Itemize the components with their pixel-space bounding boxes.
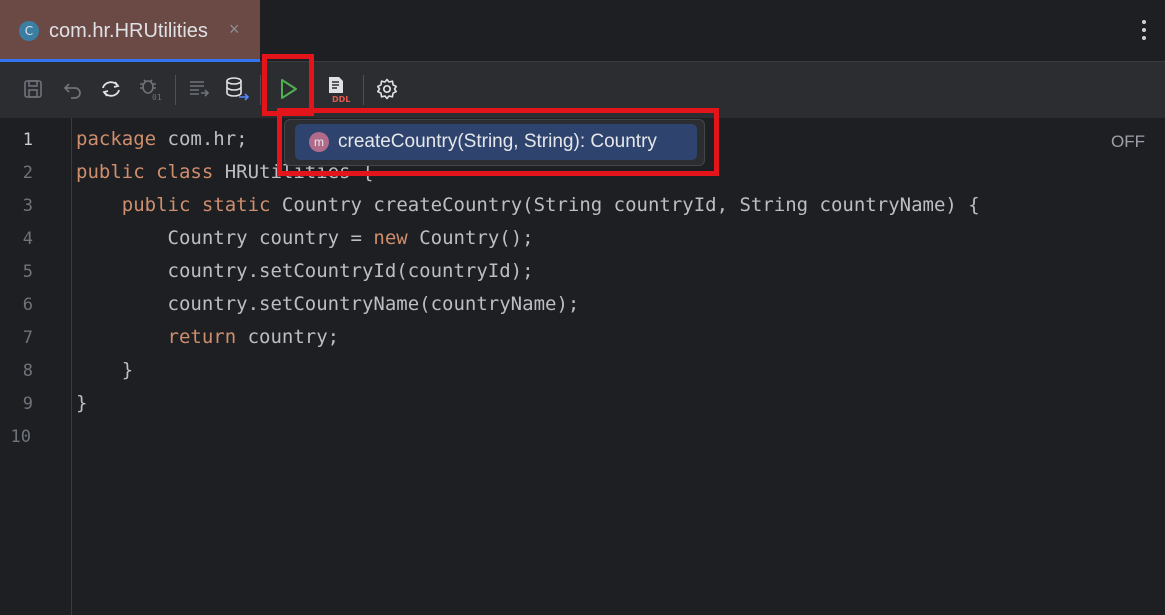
code-line: } bbox=[121, 359, 134, 381]
svg-text:01: 01 bbox=[152, 93, 162, 102]
line-number: 6 bbox=[22, 295, 33, 315]
popup-item-create-country[interactable]: m createCountry(String, String): Country bbox=[295, 124, 697, 160]
run-method-popup: m createCountry(String, String): Country bbox=[284, 119, 705, 166]
popup-item-label: createCountry(String, String): Country bbox=[338, 131, 657, 152]
code-line: country.setCountryId(countryId); bbox=[167, 260, 534, 282]
debug-bug-icon[interactable]: 01 bbox=[135, 74, 165, 104]
line-number-gutter: 1 2 3 4 5 6 7 8 9 10 bbox=[0, 118, 72, 615]
line-number: 1 bbox=[22, 130, 33, 150]
tab-label: com.hr.HRUtilities bbox=[49, 20, 208, 42]
line-number: 3 bbox=[22, 196, 33, 216]
line-number: 4 bbox=[22, 229, 33, 249]
toolbar-separator bbox=[363, 75, 364, 105]
format-code-icon[interactable] bbox=[184, 74, 214, 104]
toolbar-separator bbox=[260, 75, 261, 105]
code-line: package com.hr; bbox=[76, 128, 248, 150]
ddl-icon[interactable]: DDL bbox=[322, 74, 352, 104]
line-number: 9 bbox=[22, 394, 33, 414]
run-icon[interactable] bbox=[273, 74, 303, 104]
svg-text:DDL: DDL bbox=[332, 95, 350, 103]
code-line: public static Country createCountry(Stri… bbox=[121, 194, 980, 216]
code-line: Country country = new Country(); bbox=[167, 227, 534, 249]
code-line: country.setCountryName(countryName); bbox=[167, 293, 580, 315]
editor-toolbar: 01 DDL bbox=[0, 62, 1165, 118]
more-options-icon[interactable] bbox=[1137, 16, 1151, 46]
editor-tab-bar: C com.hr.HRUtilities × bbox=[0, 0, 1165, 62]
close-tab-icon[interactable]: × bbox=[229, 19, 240, 40]
database-deploy-icon[interactable] bbox=[222, 74, 252, 104]
line-number: 10 bbox=[10, 427, 31, 447]
class-icon: C bbox=[19, 21, 39, 41]
code-line: } bbox=[76, 392, 88, 414]
line-number: 2 bbox=[22, 163, 33, 183]
settings-icon[interactable] bbox=[372, 74, 402, 104]
method-icon: m bbox=[309, 132, 329, 152]
line-number: 8 bbox=[22, 361, 33, 381]
status-off-label: OFF bbox=[1111, 132, 1145, 151]
toolbar-separator bbox=[175, 75, 176, 105]
save-icon[interactable] bbox=[18, 74, 48, 104]
revert-icon[interactable] bbox=[58, 74, 88, 104]
tab-hrutilities[interactable]: C com.hr.HRUtilities × bbox=[0, 0, 260, 62]
line-number: 7 bbox=[22, 328, 33, 348]
sync-icon[interactable] bbox=[96, 74, 126, 104]
line-number: 5 bbox=[22, 262, 33, 282]
code-line: return country; bbox=[167, 326, 340, 348]
